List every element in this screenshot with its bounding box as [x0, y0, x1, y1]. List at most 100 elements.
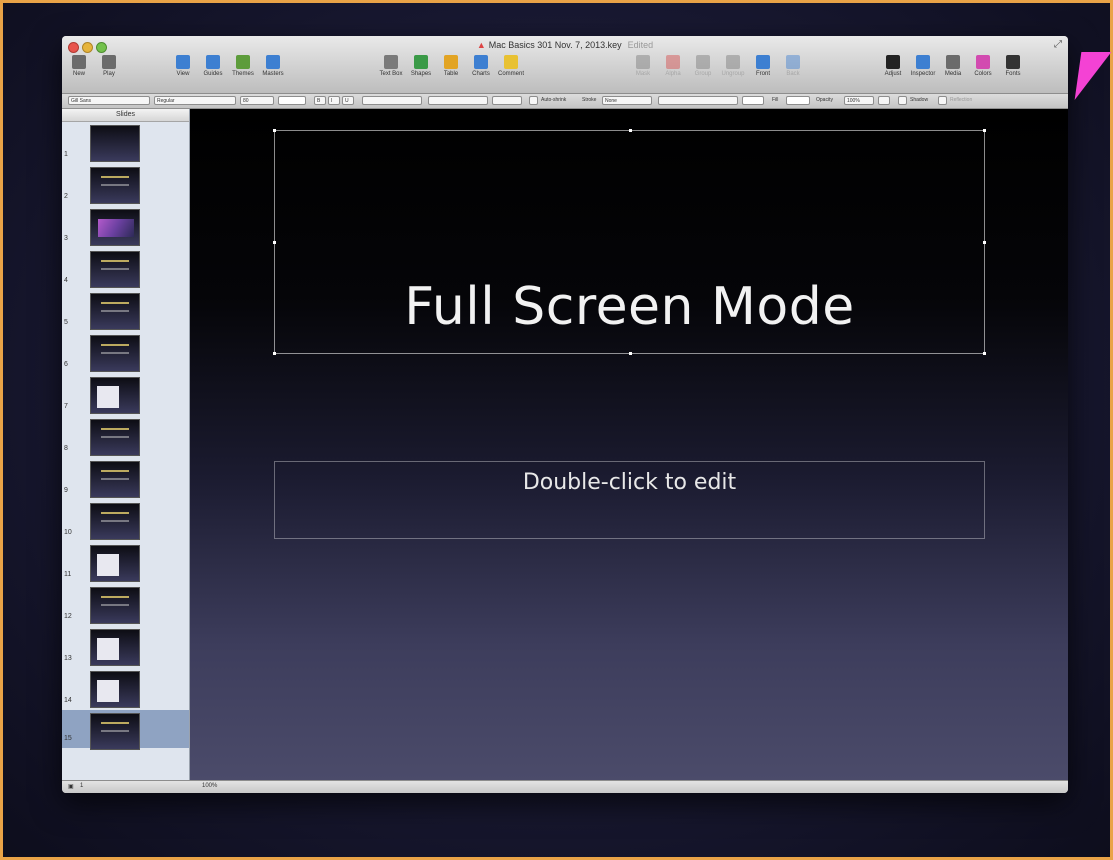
body-placeholder-box[interactable]: Double-click to edit	[274, 461, 985, 539]
toolbar-text-box-button[interactable]: Text Box	[379, 55, 403, 77]
toolbar-group-button[interactable]: Group	[692, 55, 714, 77]
slide-thumbnail-item[interactable]: 15	[62, 710, 189, 750]
toolbar-media-button[interactable]: Media	[942, 55, 964, 77]
toolbar-back-button[interactable]: Back	[782, 55, 804, 77]
resize-handle[interactable]	[629, 352, 632, 355]
line-spacing-select[interactable]	[428, 96, 488, 105]
full-screen-icon[interactable]: ⤢	[1054, 39, 1062, 50]
view-menu-icon[interactable]: ▣	[68, 783, 74, 790]
toolbar-shapes-button[interactable]: Shapes	[410, 55, 432, 77]
toolbar-colors-button[interactable]: Colors	[972, 55, 994, 77]
slide-thumbnail-item[interactable]: 6	[62, 332, 189, 374]
slide-thumbnail-item[interactable]: 14	[62, 668, 189, 710]
stroke-style-select[interactable]	[658, 96, 738, 105]
group-icon	[696, 55, 710, 69]
slide-thumbnail[interactable]	[90, 167, 140, 204]
font-size-select[interactable]: 80	[240, 96, 274, 105]
slide-thumbnail[interactable]	[90, 545, 140, 582]
slide-thumbnail-item[interactable]: 5	[62, 290, 189, 332]
slide-number: 1	[64, 151, 68, 158]
resize-handle[interactable]	[629, 129, 632, 132]
resize-handle[interactable]	[983, 352, 986, 355]
opacity-field[interactable]: 100%	[844, 96, 874, 105]
slide-thumbnail[interactable]	[90, 293, 140, 330]
slide-thumbnail[interactable]	[90, 461, 140, 498]
toolbar-fonts-button[interactable]: Fonts	[1002, 55, 1024, 77]
slide-title[interactable]: Full Screen Mode	[275, 277, 984, 337]
title-text-box[interactable]: Full Screen Mode	[273, 129, 986, 355]
slide-thumbnail[interactable]	[90, 629, 140, 666]
slide-thumbnail[interactable]	[90, 377, 140, 414]
view-icon	[176, 55, 190, 69]
reflection-checkbox[interactable]	[938, 96, 947, 105]
toolbar-inspector-button[interactable]: Inspector	[911, 55, 935, 77]
resize-handle[interactable]	[983, 129, 986, 132]
toolbar-masters-button[interactable]: Masters	[262, 55, 284, 77]
slide-thumbnail-item[interactable]: 11	[62, 542, 189, 584]
slide-number: 4	[64, 277, 68, 284]
slide-thumbnail[interactable]	[90, 503, 140, 540]
slide-thumbnail[interactable]	[90, 335, 140, 372]
slide-thumbnail[interactable]	[90, 125, 140, 162]
resize-handle[interactable]	[983, 241, 986, 244]
toolbar-ungroup-button[interactable]: Ungroup	[722, 55, 745, 77]
bold-button[interactable]: B	[314, 96, 326, 105]
slide-navigator[interactable]: Slides 1 2 3 4 5 6 7 8 9 10 11 12 13 14 15	[62, 109, 190, 780]
thumbnail-title-line	[101, 596, 129, 598]
title-bar[interactable]: ▲ Mac Basics 301 Nov. 7, 2013.key Edited ⤢…	[62, 36, 1068, 94]
slide-thumbnail[interactable]	[90, 209, 140, 246]
toolbar-new-button[interactable]: New	[68, 55, 90, 77]
shadow-label: Shadow	[910, 97, 929, 103]
slide-thumbnail-item[interactable]: 8	[62, 416, 189, 458]
text-color-well[interactable]	[278, 96, 306, 105]
stroke-color-well[interactable]	[742, 96, 764, 105]
toolbar-comment-button[interactable]: Comment	[498, 55, 524, 77]
toolbar-themes-button[interactable]: Themes	[232, 55, 254, 77]
toolbar-adjust-button[interactable]: Adjust	[882, 55, 904, 77]
slide-thumbnail[interactable]	[90, 587, 140, 624]
stroke-select[interactable]: None	[602, 96, 652, 105]
auto-shrink-checkbox[interactable]	[529, 96, 538, 105]
slide-thumbnail-item[interactable]: 9	[62, 458, 189, 500]
alignment-buttons[interactable]	[362, 96, 422, 105]
thumbnail-image	[98, 219, 134, 237]
slide-thumbnail[interactable]	[90, 251, 140, 288]
slide-thumbnail[interactable]	[90, 419, 140, 456]
toolbar-play-button[interactable]: Play	[98, 55, 120, 77]
font-family-select[interactable]: Gill Sans	[68, 96, 150, 105]
columns-select[interactable]	[492, 96, 522, 105]
toolbar-charts-button[interactable]: Charts	[470, 55, 492, 77]
resize-handle[interactable]	[273, 129, 276, 132]
italic-button[interactable]: I	[328, 96, 340, 105]
shadow-checkbox[interactable]	[898, 96, 907, 105]
slide-thumbnail-item[interactable]: 4	[62, 248, 189, 290]
slide-thumbnail-item[interactable]: 2	[62, 164, 189, 206]
opacity-stepper[interactable]	[878, 96, 890, 105]
slide-thumbnail-item[interactable]: 1	[62, 122, 189, 164]
toolbar-guides-button[interactable]: Guides	[202, 55, 224, 77]
slide-thumbnail[interactable]	[90, 713, 140, 750]
toolbar-view-button[interactable]: View	[172, 55, 194, 77]
fill-color-well[interactable]	[786, 96, 810, 105]
resize-handle[interactable]	[273, 352, 276, 355]
slide-thumbnail-item[interactable]: 7	[62, 374, 189, 416]
toolbar-label: Text Box	[379, 71, 403, 77]
toolbar-alpha-button[interactable]: Alpha	[662, 55, 684, 77]
resize-handle[interactable]	[273, 241, 276, 244]
slide-thumbnail[interactable]	[90, 671, 140, 708]
slide-number: 8	[64, 445, 68, 452]
toolbar-view-group: View Guides Themes Masters	[172, 55, 284, 77]
toolbar-mask-button[interactable]: Mask	[632, 55, 654, 77]
toolbar-front-button[interactable]: Front	[752, 55, 774, 77]
slide-thumbnail-item[interactable]: 3	[62, 206, 189, 248]
font-style-select[interactable]: Regular	[154, 96, 236, 105]
toolbar-table-button[interactable]: Table	[440, 55, 462, 77]
slide-thumbnail-item[interactable]: 13	[62, 626, 189, 668]
slide-canvas[interactable]: Full Screen Mode Double-click to edit	[190, 109, 1068, 780]
zoom-select[interactable]: 100%	[202, 783, 217, 789]
body-placeholder-text[interactable]: Double-click to edit	[275, 470, 984, 495]
slide-number: 10	[64, 529, 72, 536]
slide-thumbnail-item[interactable]: 12	[62, 584, 189, 626]
underline-button[interactable]: U	[342, 96, 354, 105]
slide-thumbnail-item[interactable]: 10	[62, 500, 189, 542]
